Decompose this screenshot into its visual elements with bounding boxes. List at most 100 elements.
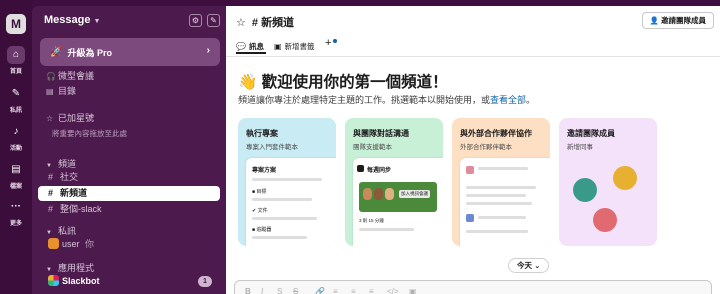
welcome-title: 👋 歡迎使用你的第一個頻道！: [238, 70, 448, 92]
new-indicator-dot: [333, 39, 337, 43]
dms-header[interactable]: ▼ 私訊: [46, 224, 76, 237]
rail-activity[interactable]: ♪ 活動: [0, 123, 32, 152]
partner-avatar: [466, 166, 474, 174]
rail-dms[interactable]: ✎ 私訊: [0, 85, 32, 114]
sidebar-item-channel-active[interactable]: # 新頻道: [38, 186, 220, 201]
card-preview: 專案方案 ■ 目標 ✔ 文件 ■ 追蹤器: [246, 158, 336, 246]
underline-icon[interactable]: S: [277, 287, 282, 294]
user-avatar: [48, 238, 59, 249]
sidebar-item-huddles[interactable]: 🎧 微型會議: [46, 69, 94, 83]
template-card-partners[interactable]: 與外部合作夥伴協作 外部合作夥伴範本: [452, 118, 550, 246]
hash-icon: #: [48, 172, 54, 182]
rail-home-label: 首頁: [9, 69, 22, 75]
rail-more-label: 更多: [9, 221, 22, 227]
card-preview: 每週同步 加入視訊會議 3 則 15 分鐘: [353, 158, 443, 246]
channel-sidebar: Message ▼ ⚙ ✎ 🚀 升級為 Pro › 🎧 微型會議 ▤ 目錄 ☆ 已加星號…: [32, 6, 226, 294]
preview-line: [466, 230, 528, 233]
join-call-button: 加入視訊會議: [399, 190, 430, 198]
add-tab-icon[interactable]: +: [325, 37, 331, 49]
sidebar-item-channel[interactable]: # 社交: [38, 170, 220, 185]
tab-bookmark-label: 新增書籤: [284, 42, 315, 51]
home-icon: ⌂: [7, 46, 25, 64]
apps-header[interactable]: ▼ 應用程式: [46, 261, 94, 274]
dm-user-name: user: [62, 239, 80, 249]
person-add-icon: 👤: [649, 16, 661, 25]
card-title: 與外部合作夥伴協作: [460, 129, 532, 138]
sidebar-item-directory[interactable]: ▤ 目錄: [46, 84, 76, 98]
strikethrough-icon[interactable]: S: [293, 287, 298, 294]
preview-item: ✔ 文件: [252, 208, 268, 214]
teammate-avatar: [573, 178, 597, 202]
hash-icon: #: [251, 17, 262, 29]
quote-icon[interactable]: ≡: [369, 287, 374, 294]
wave-emoji: 👋: [238, 74, 258, 91]
starred-title: 已加星號: [58, 113, 95, 123]
card-title: 與團隊對話溝通: [353, 129, 409, 138]
participant-avatar: [363, 188, 372, 200]
participant-avatar: [385, 188, 394, 200]
sidebar-item-dm[interactable]: user 你: [38, 237, 220, 252]
workspace-rail: M ⌂ 首頁 ✎ 私訊 ♪ 活動 ▤ 檔案 ··· 更多: [0, 0, 32, 294]
view-all-link[interactable]: 查看全部: [490, 95, 526, 105]
preview-line: [466, 202, 532, 205]
rail-files-label: 檔案: [9, 184, 22, 190]
rail-more[interactable]: ··· 更多: [0, 198, 32, 227]
ordered-list-icon[interactable]: ≡: [333, 287, 338, 294]
workspace-name-button[interactable]: Message ▼: [44, 14, 100, 26]
active-tab-indicator: [236, 52, 266, 54]
starred-section[interactable]: ☆ 已加星號: [46, 111, 94, 125]
settings-gear-icon[interactable]: ⚙: [189, 14, 202, 27]
bell-icon: ♪: [13, 126, 19, 137]
preview-line: [252, 178, 322, 181]
message-icon: 💬: [236, 42, 246, 51]
workspace-name: Message: [44, 14, 91, 26]
upgrade-pro-button[interactable]: 🚀 升級為 Pro ›: [40, 38, 220, 66]
template-card-invite[interactable]: 邀請團隊成員 新增同事: [559, 118, 657, 246]
tab-add-bookmark[interactable]: ▣ 新增書籤: [274, 41, 315, 52]
headphones-icon: 🎧: [46, 72, 56, 81]
preview-line: [252, 198, 312, 201]
directory-label: 目錄: [58, 86, 77, 96]
channel-title[interactable]: 新頻道: [261, 17, 294, 29]
unread-badge: 1: [198, 276, 212, 287]
channels-header[interactable]: ▼ 頻道: [46, 157, 76, 170]
bold-icon[interactable]: B: [245, 287, 251, 294]
files-icon: ▤: [11, 164, 21, 175]
sidebar-item-channel[interactable]: # 整個-slack: [38, 202, 220, 217]
rail-home[interactable]: ⌂ 首頁: [0, 46, 32, 75]
workspace-avatar[interactable]: M: [6, 14, 26, 34]
star-icon[interactable]: ☆: [236, 17, 246, 29]
rail-files[interactable]: ▤ 檔案: [0, 161, 32, 190]
template-card-team[interactable]: 與團隊對話溝通 團隊支援範本 每週同步 加入視訊會議 3 則 15 分鐘: [345, 118, 443, 246]
link-icon[interactable]: 🔗: [315, 287, 325, 294]
preview-item: ■ 目標: [252, 189, 267, 195]
code-block-icon[interactable]: ▣: [409, 287, 417, 294]
welcome-desc-end: 。: [526, 95, 536, 105]
tab-messages-label: 訊息: [248, 42, 264, 51]
preview-line: [478, 167, 528, 170]
chevron-down-icon: ⌄: [534, 261, 541, 270]
preview-line: [478, 216, 526, 219]
upgrade-pro-label: 升級為 Pro: [67, 47, 112, 58]
code-icon[interactable]: </>: [387, 287, 399, 294]
channel-header: ☆ # 新頻道: [236, 14, 294, 30]
caret-down-icon: ▼: [46, 230, 52, 236]
welcome-title-text: 歡迎使用你的第一個頻道！: [261, 74, 448, 91]
directory-icon: ▤: [46, 87, 54, 96]
template-card-project[interactable]: 執行專案 專案入門套件範本 專案方案 ■ 目標 ✔ 文件 ■ 追蹤器: [238, 118, 336, 246]
channel-name: 整個-slack: [60, 204, 102, 214]
bullet-list-icon[interactable]: ≡: [351, 287, 356, 294]
compose-icon[interactable]: ✎: [207, 14, 220, 27]
card-title: 執行專案: [246, 129, 278, 138]
today-date-pill[interactable]: 今天 ⌄: [508, 258, 550, 273]
starred-hint: 將重要內容拖放至此處: [52, 129, 127, 138]
rail-dms-label: 私訊: [9, 108, 22, 114]
invite-members-button[interactable]: 👤 邀請團隊成員: [641, 12, 714, 29]
sidebar-item-slackbot[interactable]: Slackbot 1: [38, 274, 220, 289]
slackbot-avatar: [48, 275, 59, 286]
card-subtitle: 外部合作夥伴範本: [460, 144, 512, 151]
more-icon: ···: [11, 201, 21, 212]
italic-icon[interactable]: I: [261, 287, 263, 294]
tab-messages[interactable]: 💬 訊息: [236, 41, 264, 52]
message-composer[interactable]: B I S S 🔗 ≡ ≡ ≡ </> ▣: [234, 280, 712, 294]
